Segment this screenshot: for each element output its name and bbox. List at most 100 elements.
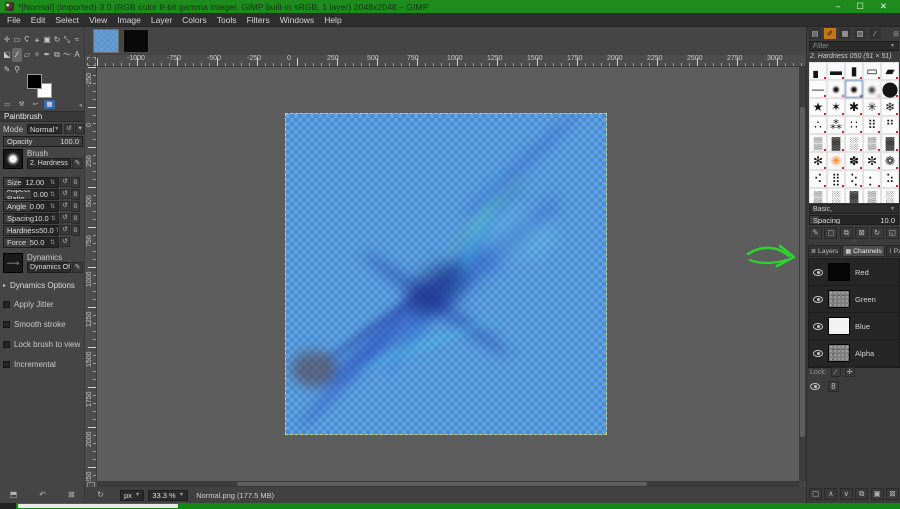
brush-cell-39[interactable]: ░ (881, 188, 899, 203)
tool-options-tab-icon[interactable]: ▭ (2, 100, 13, 109)
duplicate-brush-button[interactable]: ⧉ (839, 227, 853, 239)
edit-dynamics-icon[interactable]: ✎ (72, 262, 83, 273)
menu-file[interactable]: File (2, 15, 26, 25)
rectangle-select-tool[interactable]: ▭ (12, 33, 22, 47)
reset-icon[interactable]: ↺ (60, 237, 70, 247)
chain-icon[interactable]: 8 (828, 381, 839, 392)
spinner-icon[interactable]: ⇅ (50, 203, 55, 210)
menu-colors[interactable]: Colors (177, 15, 212, 25)
menu-select[interactable]: Select (50, 15, 84, 25)
visibility-eye-icon[interactable] (813, 268, 823, 276)
images-tab-icon[interactable]: ▦ (44, 100, 55, 109)
vertical-ruler[interactable]: -250 0 250 500 750 1000 1250 1500 1750 2000 2250 (85, 67, 97, 481)
menu-help[interactable]: Help (319, 15, 346, 25)
paintbrush-tool[interactable]: ∕ (12, 48, 22, 62)
checkbox[interactable] (3, 320, 10, 328)
patterns-dock-icon[interactable]: ▦ (839, 28, 851, 39)
ink-tool[interactable]: ✒ (42, 48, 52, 62)
brush-cell-6[interactable]: ● (827, 80, 845, 98)
unit-select[interactable]: px ▼ (120, 489, 145, 501)
save-tool-preset-button[interactable]: ⬒ (8, 489, 19, 500)
tab-layers[interactable]: ≣ Layers (808, 245, 842, 257)
menu-view[interactable]: View (84, 15, 112, 25)
image-tab-normal[interactable] (93, 29, 119, 53)
brush-filter-field[interactable]: Filter ▼ (809, 41, 899, 51)
brush-cell-12[interactable]: ✱ (845, 98, 863, 116)
reset-icon[interactable]: ↺ (60, 213, 70, 223)
refresh-brushes-button[interactable]: ↻ (870, 227, 884, 239)
link-icon[interactable]: 8 (71, 188, 80, 200)
brush-thumbnail[interactable] (3, 149, 23, 169)
warp-tool[interactable]: ≈ (72, 33, 82, 47)
brushes-dock-icon[interactable]: ✐ (824, 28, 836, 39)
device-status-tab-icon[interactable]: ⚒ (16, 100, 27, 109)
edit-brush-button[interactable]: ✎ (809, 227, 822, 239)
maximize-button[interactable]: ☐ (856, 0, 864, 13)
reset-icon[interactable]: ↺ (60, 225, 70, 235)
menu-tools[interactable]: Tools (212, 15, 242, 25)
dockable-menu-icon[interactable]: ⊞ (893, 30, 899, 38)
checkbox[interactable] (3, 340, 10, 348)
slider-angle[interactable]: Angle 0.00 ⇅ (3, 200, 59, 212)
mode-menu-button[interactable]: ▾ (75, 124, 86, 134)
image-tab-black[interactable] (123, 29, 149, 53)
canvas-viewport[interactable] (97, 67, 799, 481)
channel-row-green[interactable]: Green (809, 286, 899, 313)
visibility-eye-icon[interactable] (813, 295, 823, 303)
brush-cell-27[interactable]: ✽ (845, 152, 863, 170)
brush-cell-37[interactable]: ▓ (845, 188, 863, 203)
brush-cell-5[interactable]: — (809, 80, 827, 98)
text-tool[interactable]: A (72, 48, 82, 62)
brush-cell-30[interactable]: ⠪ (809, 170, 827, 188)
brush-cell-21[interactable]: ▓ (827, 134, 845, 152)
fuzzy-select-tool[interactable]: ⚹ (32, 33, 42, 47)
brush-cell-10[interactable]: ★ (809, 98, 827, 116)
brush-cell-35[interactable]: ▒ (809, 188, 827, 203)
brush-cell-25[interactable]: ✻ (809, 152, 827, 170)
menu-filters[interactable]: Filters (242, 15, 275, 25)
new-brush-button[interactable]: ▢ (824, 227, 838, 239)
brush-cell-7[interactable]: ● (845, 80, 863, 98)
channel-row-red[interactable]: Red (809, 259, 899, 286)
horizontal-scrollbar-thumb[interactable] (237, 482, 647, 486)
tab-paths[interactable]: ⌇Paths (885, 245, 900, 257)
undo-history-tab-icon[interactable]: ↩ (30, 100, 41, 109)
brush-cell-11[interactable]: ✶ (827, 98, 845, 116)
close-button[interactable]: ✕ (880, 0, 887, 13)
canvas-image[interactable] (285, 113, 607, 435)
spinner-icon[interactable]: ⇅ (56, 227, 58, 234)
brush-tag-field[interactable]: Basic, ▼ (809, 204, 899, 214)
brush-cell-19[interactable]: ⠛ (881, 116, 899, 134)
brush-cell-16[interactable]: ⁂ (827, 116, 845, 134)
brush-cell-13[interactable]: ✳ (863, 98, 881, 116)
link-icon[interactable]: 8 (71, 176, 80, 188)
delete-brush-button[interactable]: ⊠ (855, 227, 869, 239)
spinner-icon[interactable]: ⇅ (50, 239, 55, 246)
mode-select[interactable]: Normal ▼ (27, 124, 63, 134)
tab-channels[interactable]: ▦ Channels (842, 245, 885, 257)
scale-tool[interactable]: ⤡ (62, 33, 72, 47)
gradients-dock-icon[interactable]: ▧ (854, 28, 866, 39)
dynamics-options-expander[interactable]: ▸ Dynamics Options (3, 281, 75, 290)
visibility-eye-icon[interactable] (813, 322, 823, 330)
link-icon[interactable]: 8 (71, 212, 80, 224)
ruler-corner-button[interactable] (85, 55, 97, 67)
restore-tool-preset-button[interactable]: ↶ (37, 489, 48, 500)
brush-cell-9[interactable]: ⬤ (881, 80, 899, 98)
lock-pixels-button[interactable]: ∕ (830, 367, 841, 377)
brush-cell-2[interactable]: ▮ (845, 62, 863, 80)
dynamics-value[interactable]: Dynamics Off (27, 262, 71, 273)
move-tool[interactable]: ✛ (2, 33, 12, 47)
zoom-select[interactable]: 33.3 % ▼ (148, 489, 189, 501)
duplicate-channel-button[interactable]: ⧉ (855, 488, 869, 500)
tool-options-dock-icon[interactable]: ▤ (809, 28, 821, 39)
delete-channel-button[interactable]: ⊠ (885, 488, 899, 500)
brush-spacing-slider[interactable]: Spacing 10.0 (809, 215, 899, 225)
dock-menu-icon[interactable]: ◂ (79, 101, 82, 109)
free-select-tool[interactable]: Ϛ (22, 33, 32, 47)
menu-layer[interactable]: Layer (146, 15, 177, 25)
brush-cell-8[interactable]: ● (863, 80, 881, 98)
brush-name[interactable]: 2. Hardness 050 (27, 158, 71, 169)
menu-edit[interactable]: Edit (26, 15, 51, 25)
brush-cell-4[interactable]: ▰ (881, 62, 899, 80)
